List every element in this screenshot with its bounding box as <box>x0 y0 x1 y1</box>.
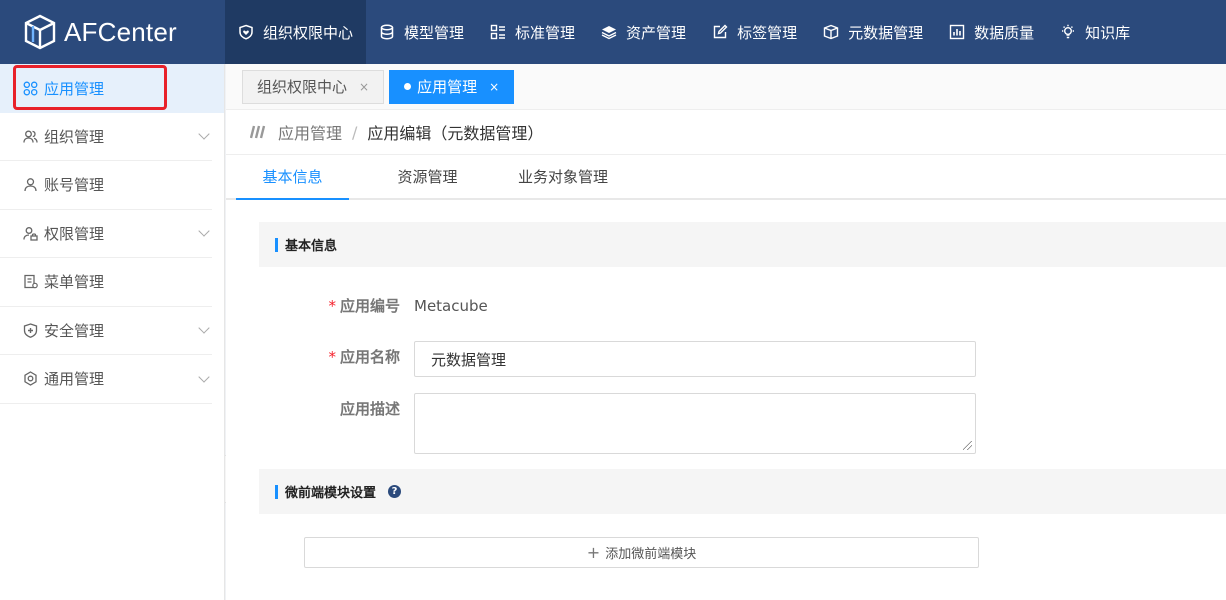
sidebar-item-permission[interactable]: 权限管理 <box>0 210 212 258</box>
sidebar-item-label: 账号管理 <box>44 176 105 195</box>
user-lock-icon <box>23 226 38 241</box>
app-desc-textarea[interactable] <box>414 393 976 454</box>
database-icon <box>380 24 394 40</box>
topnav-model[interactable]: 模型管理 <box>366 0 477 64</box>
topnav-org-permission[interactable]: 组织权限中心 <box>225 0 367 64</box>
edit-icon <box>713 24 728 39</box>
topnav-metadata[interactable]: 元数据管理 <box>810 0 936 64</box>
chevron-down-icon <box>198 225 210 237</box>
form-row-app-code: * 应用编号 Metacube <box>226 295 488 316</box>
chevron-down-icon <box>198 322 210 334</box>
sidebar-item-label: 通用管理 <box>44 370 105 389</box>
box-icon <box>823 24 839 40</box>
sidebar-item-label: 应用管理 <box>44 79 105 98</box>
bar-chart-icon <box>949 24 965 40</box>
plus-icon: + <box>586 543 601 562</box>
close-icon[interactable]: × <box>489 80 499 94</box>
lightbulb-icon <box>1062 24 1075 39</box>
tag-org-permission[interactable]: 组织权限中心 × <box>242 69 385 104</box>
breadcrumb-current: 应用编辑（元数据管理） <box>367 124 544 143</box>
section-title: 微前端模块设置 <box>285 486 377 501</box>
section-bar <box>275 484 278 499</box>
topnav-standard[interactable]: 标准管理 <box>477 0 588 64</box>
topnav-quality[interactable]: 数据质量 <box>936 0 1047 64</box>
app-name-input[interactable]: 元数据管理 <box>414 341 976 377</box>
sidebar-item-security[interactable]: 安全管理 <box>0 307 212 355</box>
sidebar-item-org[interactable]: 组织管理 <box>0 113 212 161</box>
sidebar-item-label: 组织管理 <box>44 127 105 146</box>
grid-list-icon <box>490 24 506 40</box>
active-dot-icon <box>404 83 412 90</box>
form-row-app-name: * 应用名称 元数据管理 <box>226 341 976 377</box>
required-mark: * <box>328 348 336 366</box>
form-row-app-desc: 应用描述 <box>226 393 976 454</box>
section-bar <box>275 237 278 252</box>
top-navbar: AFCenter 组织权限中心 模型管理 标准管理 资产管理 标签管理 元数据管… <box>0 0 1226 64</box>
shield-plus-icon <box>23 323 38 338</box>
sidebar-item-app[interactable]: 应用管理 <box>0 64 224 113</box>
sidebar-item-general[interactable]: 通用管理 <box>0 355 212 404</box>
tab-business-object[interactable]: 业务对象管理 <box>506 155 620 198</box>
brand-name: AFCenter <box>64 16 177 47</box>
sidebar-item-account[interactable]: 账号管理 <box>0 161 212 210</box>
sidebar-item-label: 安全管理 <box>44 321 105 340</box>
settings-icon <box>24 371 37 387</box>
tag-app-management[interactable]: 应用管理 × <box>389 69 515 104</box>
layers-icon <box>601 26 617 40</box>
required-mark: * <box>328 297 336 315</box>
section-title: 基本信息 <box>285 239 338 254</box>
users-icon <box>23 130 38 143</box>
sidebar-item-menu[interactable]: 菜单管理 <box>0 258 212 307</box>
tabs: 基本信息 资源管理 业务对象管理 <box>226 155 1226 200</box>
user-icon <box>24 178 37 192</box>
slashes-icon <box>250 125 266 139</box>
shield-heart-icon <box>239 24 253 40</box>
app-name-label: * 应用名称 <box>328 348 400 366</box>
section-micro-frontend: 微前端模块设置 ? <box>259 469 1226 514</box>
chevron-down-icon <box>198 371 210 383</box>
brand-logo[interactable]: AFCenter <box>0 0 225 64</box>
menu-doc-icon <box>24 275 38 289</box>
top-nav: 组织权限中心 模型管理 标准管理 资产管理 标签管理 元数据管理 数据质量 知识… <box>225 0 1143 64</box>
breadcrumb: 应用管理 / 应用编辑（元数据管理） <box>226 110 1226 155</box>
topnav-asset[interactable]: 资产管理 <box>588 0 699 64</box>
tab-resource[interactable]: 资源管理 <box>349 155 506 198</box>
topnav-tag[interactable]: 标签管理 <box>699 0 810 64</box>
breadcrumb-parent[interactable]: 应用管理 <box>278 120 342 144</box>
topnav-knowledge[interactable]: 知识库 <box>1047 0 1143 64</box>
apps-icon <box>23 81 38 96</box>
chevron-down-icon <box>198 128 210 140</box>
app-code-label: * 应用编号 <box>328 297 400 315</box>
help-icon[interactable]: ? <box>388 485 402 498</box>
sidebar-item-label: 菜单管理 <box>44 273 105 292</box>
app-code-value: Metacube <box>414 297 488 315</box>
breadcrumb-separator: / <box>352 122 358 142</box>
tag-bar: 组织权限中心 × 应用管理 × <box>226 64 1226 110</box>
main-content: 组织权限中心 × 应用管理 × 应用管理 / 应用编辑（元数据管理） 基本信息 … <box>226 64 1226 600</box>
sidebar: 应用管理 组织管理 账号管理 权限管理 菜单管理 安全管理 通用管理 <box>0 64 225 600</box>
app-desc-label: 应用描述 <box>339 400 400 418</box>
close-icon[interactable]: × <box>359 80 369 94</box>
section-basic-info: 基本信息 <box>259 222 1226 267</box>
cube-logo-icon <box>24 14 56 50</box>
add-micro-frontend-button[interactable]: + 添加微前端模块 <box>304 537 979 568</box>
tab-basic-info[interactable]: 基本信息 <box>236 155 349 200</box>
sidebar-item-label: 权限管理 <box>44 224 105 243</box>
